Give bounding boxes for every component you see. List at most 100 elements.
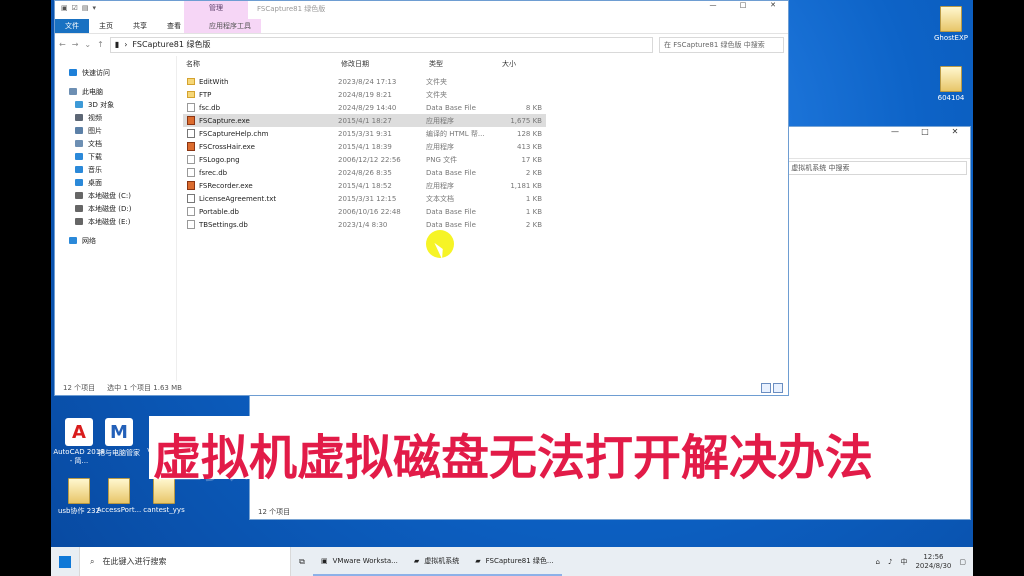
file-list: 名称 修改日期 类型 大小 EditWith 2023/8/24 17:13 文件夹… bbox=[177, 56, 788, 381]
up-icon[interactable]: ↑ bbox=[97, 40, 104, 49]
column-headers: 名称 修改日期 类型 大小 bbox=[186, 58, 545, 70]
file-explorer-window: ▣ ☑ ▤ ▾ 管理 FSCapture81 绿色版 — □ ✕ 文件 主页 共享 查看 … bbox=[54, 0, 789, 396]
tab-view[interactable]: 查看 bbox=[157, 19, 191, 33]
file-row[interactable]: FTP 2024/8/19 8:21 文件夹 bbox=[183, 88, 546, 101]
file-row[interactable]: FSLogo.png 2006/12/12 22:56 PNG 文件 17 KB bbox=[183, 153, 546, 166]
file-row[interactable]: FSRecorder.exe 2015/4/1 18:52 应用程序 1,181 KB bbox=[183, 179, 546, 192]
notification-icon[interactable]: ▢ bbox=[959, 558, 966, 566]
maximize-button[interactable]: □ bbox=[910, 127, 940, 141]
maximize-button[interactable]: □ bbox=[728, 1, 758, 9]
file-row[interactable]: fsrec.db 2024/8/26 8:35 Data Base File 2 KB bbox=[183, 166, 546, 179]
sidebar-item-4[interactable]: 图片 bbox=[55, 124, 176, 137]
clock[interactable]: 12:56 2024/8/30 bbox=[915, 553, 951, 571]
view-switcher bbox=[761, 383, 783, 393]
file-row[interactable]: EditWith 2023/8/24 17:13 文件夹 bbox=[183, 75, 546, 88]
sidebar-item-12[interactable]: 网络 bbox=[55, 234, 176, 247]
sidebar-icon bbox=[69, 88, 77, 95]
ribbon: ▣ ☑ ▤ ▾ 管理 FSCapture81 绿色版 — □ ✕ 文件 主页 共享 查看 … bbox=[55, 1, 788, 33]
volume-icon[interactable]: ♪ bbox=[888, 558, 892, 566]
check-icon[interactable]: ☑ bbox=[72, 4, 78, 12]
recent-icon[interactable]: ⌄ bbox=[84, 40, 91, 49]
folder-icon bbox=[187, 91, 195, 98]
file-row[interactable]: FSCapture.exe 2015/4/1 18:27 应用程序 1,675 KB bbox=[183, 114, 546, 127]
file-row[interactable]: FSCrossHair.exe 2015/4/1 18:39 应用程序 413 KB bbox=[183, 140, 546, 153]
sidebar-item-9[interactable]: 本地磁盘 (C:) bbox=[55, 189, 176, 202]
window-title: FSCapture81 绿色版 bbox=[257, 5, 326, 13]
folder-icon: ▰ bbox=[413, 556, 420, 565]
desktop-screen: GhostEXP 604104 — □ ✕ 在 虚拟机系统 中搜索 12 个项目 ▣… bbox=[51, 0, 973, 576]
forward-icon[interactable]: → bbox=[72, 40, 79, 49]
sidebar-item-1[interactable]: 此电脑 bbox=[55, 85, 176, 98]
sidebar-item-7[interactable]: 音乐 bbox=[55, 163, 176, 176]
sidebar-icon bbox=[75, 179, 83, 186]
tab-application-tools[interactable]: 应用程序工具 bbox=[199, 19, 261, 33]
video-caption: 虚拟机虚拟磁盘无法打开解决办法 bbox=[153, 430, 874, 486]
tab-share[interactable]: 共享 bbox=[123, 19, 157, 33]
taskbar-vmware[interactable]: ▣ VMware Worksta... bbox=[313, 547, 406, 576]
minimize-button[interactable]: — bbox=[698, 1, 728, 9]
path-box[interactable]: ▮ › FSCapture81 绿色版 bbox=[109, 36, 653, 53]
taskbar-fscapture-folder[interactable]: ▰ FSCapture81 绿色... bbox=[467, 547, 562, 576]
file-row[interactable]: fsc.db 2024/8/29 14:40 Data Base File 8 KB bbox=[183, 101, 546, 114]
vmware-icon: ▣ bbox=[321, 556, 328, 565]
header-date[interactable]: 修改日期 bbox=[341, 59, 429, 69]
desktop-icon-604104[interactable]: 604104 bbox=[923, 66, 973, 102]
status-bar: 12 个项目 选中 1 个项目 1.63 MB bbox=[63, 384, 182, 392]
taskbar-search[interactable]: ⌕ 在此键入进行搜索 bbox=[79, 547, 291, 576]
navigation-pane: 快速访问此电脑 3D 对象 视频 图片 文档 下载 音乐 桌面 本地磁盘 (C:) 本地磁盘 (D… bbox=[55, 56, 177, 381]
task-view-icon[interactable]: ⧉ bbox=[291, 557, 313, 567]
sidebar-icon bbox=[75, 101, 83, 108]
network-icon[interactable]: ⌂ bbox=[876, 558, 880, 566]
sidebar-item-11[interactable]: 本地磁盘 (E:) bbox=[55, 215, 176, 228]
sidebar-item-8[interactable]: 桌面 bbox=[55, 176, 176, 189]
explorer-body: 快速访问此电脑 3D 对象 视频 图片 文档 下载 音乐 桌面 本地磁盘 (C:) 本地磁盘 (D… bbox=[55, 56, 788, 381]
folder-icon: ▮ bbox=[114, 40, 120, 49]
tab-home[interactable]: 主页 bbox=[89, 19, 123, 33]
file-row[interactable]: Portable.db 2006/10/16 22:48 Data Base Fil… bbox=[183, 205, 546, 218]
file-icon bbox=[187, 207, 195, 216]
exe-icon bbox=[187, 142, 195, 151]
search-input[interactable]: 在 虚拟机系统 中搜索 bbox=[777, 160, 967, 175]
folder-icon[interactable]: ▤ bbox=[82, 4, 89, 12]
txt-icon bbox=[187, 129, 195, 138]
header-name[interactable]: 名称 bbox=[186, 59, 341, 69]
windows-icon bbox=[59, 555, 71, 568]
sidebar-icon bbox=[69, 237, 77, 244]
file-icon bbox=[187, 168, 195, 177]
navigation-buttons: ← → ⌄ ↑ bbox=[59, 40, 104, 49]
large-icons-view-button[interactable] bbox=[773, 383, 783, 393]
folder-icon: ▰ bbox=[475, 556, 481, 565]
sidebar-item-10[interactable]: 本地磁盘 (D:) bbox=[55, 202, 176, 215]
file-row[interactable]: LicenseAgreement.txt 2015/3/31 12:15 文本文档 1… bbox=[183, 192, 546, 205]
close-button[interactable]: ✕ bbox=[940, 127, 970, 141]
desktop-icon-ghostexp[interactable]: GhostEXP bbox=[923, 6, 973, 42]
txt-icon bbox=[187, 194, 195, 203]
close-button[interactable]: ✕ bbox=[758, 1, 788, 9]
sidebar-icon bbox=[75, 153, 83, 160]
chevron-right-icon: › bbox=[124, 40, 128, 49]
back-icon[interactable]: ← bbox=[59, 40, 66, 49]
details-view-button[interactable] bbox=[761, 383, 771, 393]
sidebar-item-5[interactable]: 文档 bbox=[55, 137, 176, 150]
file-row[interactable]: TBSettings.db 2023/1/4 8:30 Data Base File… bbox=[183, 218, 546, 231]
taskbar-vm-system[interactable]: ▰ 虚拟机系统 bbox=[405, 547, 468, 576]
ime-indicator[interactable]: 中 bbox=[900, 557, 907, 567]
dropdown-icon[interactable]: ▾ bbox=[93, 4, 97, 12]
file-icon bbox=[187, 220, 195, 229]
file-row[interactable]: FSCaptureHelp.chm 2015/3/31 9:31 编译的 HTML … bbox=[183, 127, 546, 140]
start-button[interactable] bbox=[51, 555, 79, 568]
sidebar-item-0[interactable]: 快速访问 bbox=[55, 66, 176, 79]
search-input[interactable]: 在 FSCapture81 绿色版 中搜索 bbox=[659, 36, 784, 53]
sidebar-icon bbox=[75, 127, 83, 134]
exe-icon bbox=[187, 181, 195, 190]
sidebar-icon bbox=[75, 192, 83, 199]
header-type[interactable]: 类型 bbox=[429, 59, 502, 69]
minimize-button[interactable]: — bbox=[880, 127, 910, 141]
sidebar-item-6[interactable]: 下载 bbox=[55, 150, 176, 163]
header-size[interactable]: 大小 bbox=[502, 59, 545, 69]
sidebar-item-3[interactable]: 视频 bbox=[55, 111, 176, 124]
folder-icon bbox=[940, 6, 962, 32]
sidebar-item-2[interactable]: 3D 对象 bbox=[55, 98, 176, 111]
sidebar-icon bbox=[69, 69, 77, 76]
tab-file[interactable]: 文件 bbox=[55, 19, 89, 33]
